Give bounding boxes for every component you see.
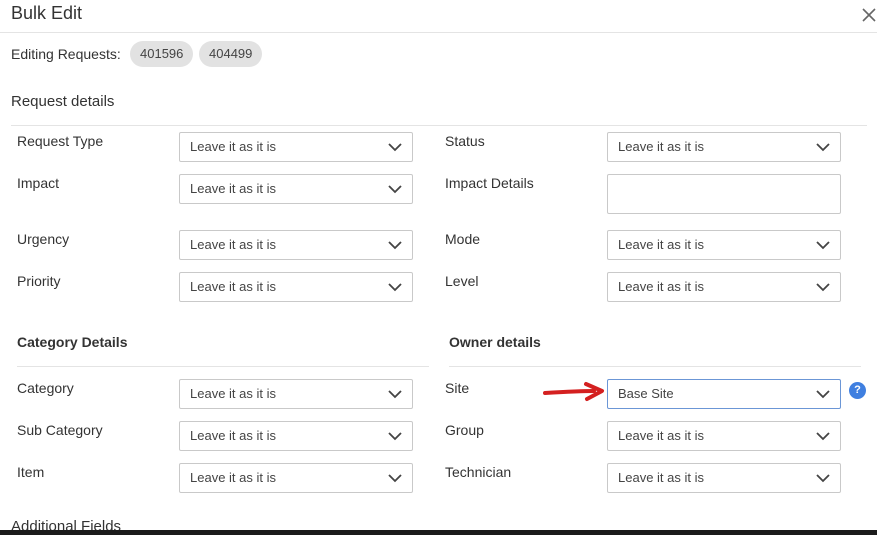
mode-select[interactable]: Leave it as it is [607,230,841,260]
category-select[interactable]: Leave it as it is [179,379,413,409]
site-select[interactable]: Base Site [607,379,841,409]
mode-value: Leave it as it is [618,237,704,252]
priority-select[interactable]: Leave it as it is [179,272,413,302]
chevron-down-icon [816,283,830,292]
request-chip: 401596 [130,41,194,67]
priority-label: Priority [17,273,61,289]
site-value: Base Site [618,386,674,401]
chevron-down-icon [388,283,402,292]
item-label: Item [17,464,45,480]
section-divider [11,125,867,126]
status-label: Status [445,133,485,149]
group-label: Group [445,422,484,438]
help-icon[interactable]: ? [849,382,866,399]
chevron-down-icon [816,432,830,441]
section-divider [17,366,429,367]
red-arrow-icon [543,382,604,401]
site-label: Site [445,380,470,396]
priority-value: Leave it as it is [190,279,276,294]
urgency-select[interactable]: Leave it as it is [179,230,413,260]
header-divider [0,32,877,33]
status-value: Leave it as it is [618,139,704,154]
level-label: Level [445,273,479,289]
impact-select[interactable]: Leave it as it is [179,174,413,204]
section-divider [449,366,861,367]
request-type-label: Request Type [17,133,104,149]
chevron-down-icon [816,241,830,250]
editing-requests-label: Editing Requests: [11,46,121,62]
chevron-down-icon [816,474,830,483]
urgency-value: Leave it as it is [190,237,276,252]
bottom-bar [0,530,877,535]
item-select[interactable]: Leave it as it is [179,463,413,493]
level-select[interactable]: Leave it as it is [607,272,841,302]
impact-label: Impact [17,175,60,191]
chevron-down-icon [388,390,402,399]
technician-select[interactable]: Leave it as it is [607,463,841,493]
request-type-select[interactable]: Leave it as it is [179,132,413,162]
item-value: Leave it as it is [190,470,276,485]
impact-details-label: Impact Details [445,175,534,191]
status-select[interactable]: Leave it as it is [607,132,841,162]
section-title-owner-details: Owner details [449,334,541,350]
chevron-down-icon [388,241,402,250]
section-title-category-details: Category Details [17,334,128,350]
sub-category-value: Leave it as it is [190,428,276,443]
group-value: Leave it as it is [618,428,704,443]
technician-value: Leave it as it is [618,470,704,485]
urgency-label: Urgency [17,231,70,247]
section-title-request-details: Request details [11,93,115,110]
request-type-value: Leave it as it is [190,139,276,154]
chevron-down-icon [388,474,402,483]
dialog-title: Bulk Edit [11,3,83,23]
sub-category-label: Sub Category [17,422,103,438]
category-label: Category [17,380,74,396]
impact-details-textarea[interactable] [607,174,841,214]
chevron-down-icon [388,432,402,441]
technician-label: Technician [445,464,512,480]
impact-value: Leave it as it is [190,181,276,196]
request-chip: 404499 [199,41,263,67]
level-value: Leave it as it is [618,279,704,294]
group-select[interactable]: Leave it as it is [607,421,841,451]
chevron-down-icon [388,185,402,194]
chevron-down-icon [816,390,830,399]
mode-label: Mode [445,231,481,247]
chevron-down-icon [388,143,402,152]
category-value: Leave it as it is [190,386,276,401]
chevron-down-icon [816,143,830,152]
close-icon[interactable] [860,6,877,24]
sub-category-select[interactable]: Leave it as it is [179,421,413,451]
